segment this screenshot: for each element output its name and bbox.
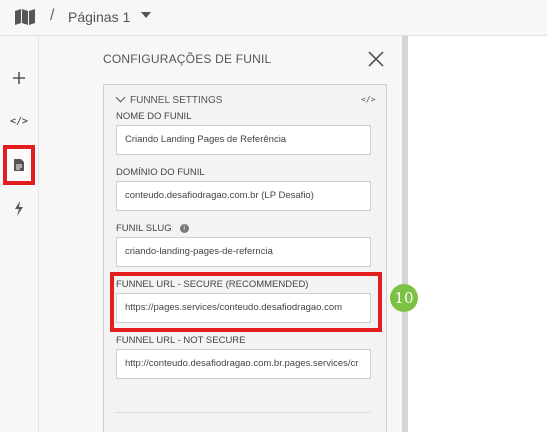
code-icon[interactable]: </>	[361, 95, 375, 104]
secure-url-highlight	[110, 272, 382, 332]
breadcrumb-separator: /	[50, 7, 55, 24]
panel-title: CONFIGURAÇÕES DE FUNIL	[103, 52, 272, 66]
map-icon[interactable]	[14, 8, 36, 26]
panel-scrollbar[interactable]	[402, 36, 408, 432]
section-title: FUNNEL SETTINGS	[130, 95, 223, 106]
chevron-down-icon	[115, 92, 126, 103]
close-icon[interactable]	[367, 50, 385, 68]
lightning-icon[interactable]	[7, 196, 31, 220]
left-toolbar	[0, 36, 39, 432]
field-label-not-secure-url: FUNNEL URL - NOT SECURE	[116, 335, 246, 346]
field-label-funnel-domain: DOMÍNIO DO FUNIL	[116, 167, 205, 178]
field-label-funnel-slug: FUNIL SLUG i	[116, 223, 189, 234]
funnel-domain-select[interactable]: conteudo.desafiodragao.com.br (LP Desafi…	[116, 181, 371, 211]
not-secure-url-field[interactable]: http://conteudo.desafiodragao.com.br.pag…	[116, 349, 371, 379]
info-icon[interactable]: i	[179, 223, 189, 233]
top-bar: / Páginas 1	[0, 0, 547, 36]
divider	[116, 412, 371, 413]
plus-icon[interactable]	[7, 66, 31, 90]
page-selector-label[interactable]: Páginas 1	[68, 9, 130, 25]
caret-down-icon[interactable]	[141, 12, 151, 18]
field-label-funnel-name: NOME DO FUNIL	[116, 111, 192, 122]
funnel-slug-input[interactable]: criando-landing-pages-de-referncia	[116, 237, 371, 267]
code-icon[interactable]: </>	[7, 109, 31, 133]
section-header[interactable]: FUNNEL SETTINGS	[115, 92, 223, 106]
document-icon[interactable]	[7, 153, 31, 177]
step-badge-10: 10	[390, 284, 418, 312]
funnel-name-input[interactable]: Criando Landing Pages de Referência	[116, 125, 371, 155]
